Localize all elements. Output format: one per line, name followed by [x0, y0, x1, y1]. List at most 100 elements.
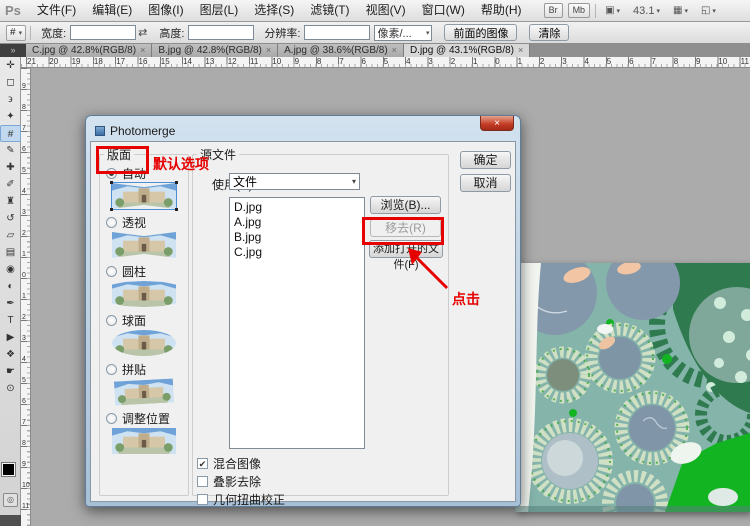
cancel-button[interactable]: 取消 [460, 174, 511, 192]
radio-collage[interactable] [106, 364, 117, 375]
menu-filter[interactable]: 滤镜(T) [302, 0, 357, 21]
layout-option-reposition[interactable]: 调整位置 [106, 411, 188, 426]
path-selection-tool[interactable]: ▶ [0, 329, 21, 346]
layout-option-collage[interactable]: 拼贴 [106, 362, 188, 377]
history-brush-tool[interactable]: ↺ [0, 210, 21, 227]
clone-stamp-tool[interactable]: ♜ [0, 193, 21, 210]
quick-selection-tool[interactable]: ✦ [0, 108, 21, 125]
layout-option-label: 透视 [122, 214, 146, 231]
dialog-titlebar[interactable]: Photomerge [90, 120, 516, 141]
close-icon[interactable]: × [266, 46, 271, 55]
crop-tool[interactable]: # [0, 125, 21, 142]
ruler-number: 10 [718, 57, 727, 66]
checkbox-blend-images[interactable]: ✔ [197, 458, 208, 469]
document-tab-c[interactable]: C.jpg @ 42.8%(RGB/8)× [26, 44, 152, 57]
layout-option-spherical[interactable]: 球面 [106, 313, 188, 328]
annotation-arrow [398, 243, 458, 295]
arrange-documents-icon: ▦ [673, 5, 682, 16]
move-tool[interactable]: ✛ [0, 57, 21, 74]
selection-handle [175, 181, 178, 184]
file-item[interactable]: D.jpg [230, 200, 364, 215]
height-input[interactable] [188, 25, 254, 40]
close-icon[interactable]: × [518, 46, 523, 55]
healing-brush-tool[interactable]: ✚ [0, 159, 21, 176]
dodge-tool[interactable]: ◐ [0, 278, 21, 295]
custom-shape-tool[interactable]: ❖ [0, 346, 21, 363]
resolution-unit-value: 像素/... [377, 25, 411, 41]
view-extras-button[interactable]: ▣ ▾ [601, 3, 624, 18]
radio-reposition[interactable] [106, 413, 117, 424]
checkbox-vignette-removal[interactable] [197, 476, 208, 487]
marquee-tool[interactable]: ◻ [0, 74, 21, 91]
ruler-number: 10 [22, 68, 30, 69]
front-image-button[interactable]: 前面的图像 [444, 24, 517, 41]
hand-tool[interactable]: ☛ [0, 363, 21, 380]
document-tab-b[interactable]: B.jpg @ 42.8%(RGB/8)× [152, 44, 278, 57]
dialog-title: Photomerge [110, 124, 175, 138]
file-item[interactable]: A.jpg [230, 215, 364, 230]
launch-bridge-button[interactable]: Br [544, 3, 563, 18]
checkbox-row-geometric-distortion-correction[interactable]: 几何扭曲校正 [197, 491, 285, 508]
layout-option-cylindrical[interactable]: 圆柱 [106, 264, 188, 279]
use-select[interactable]: 文件 ▾ [229, 173, 360, 190]
ruler-number: 3 [22, 209, 30, 216]
file-item[interactable]: B.jpg [230, 230, 364, 245]
close-icon[interactable]: × [480, 116, 514, 131]
source-file-list[interactable]: D.jpgA.jpgB.jpgC.jpg [229, 197, 365, 449]
eyedropper-tool[interactable]: ✎ [0, 142, 21, 159]
checkbox-row-vignette-removal[interactable]: 叠影去除 [197, 473, 261, 490]
blur-tool[interactable]: ◉ [0, 261, 21, 278]
ruler-number: 7 [22, 419, 30, 426]
menu-edit[interactable]: 编辑(E) [84, 0, 140, 21]
checkbox-geometric-distortion-correction[interactable] [197, 494, 208, 505]
zoom-level-control[interactable]: 43.1 ▾ [629, 3, 664, 19]
launch-mini-bridge-button[interactable]: Mb [568, 3, 591, 18]
document-image [515, 263, 750, 512]
ruler-number: 12 [228, 57, 237, 66]
radio-perspective[interactable] [106, 217, 117, 228]
divider [595, 4, 596, 18]
resolution-input[interactable] [304, 25, 370, 40]
swap-dimensions-icon[interactable]: ⇄ [138, 26, 147, 39]
menu-help[interactable]: 帮助(H) [473, 0, 530, 21]
close-icon[interactable]: × [140, 46, 145, 55]
width-input[interactable] [70, 25, 136, 40]
ok-button[interactable]: 确定 [460, 151, 511, 169]
eraser-tool[interactable]: ▱ [0, 227, 21, 244]
foreground-color-swatch[interactable] [2, 463, 15, 476]
menu-select[interactable]: 选择(S) [246, 0, 302, 21]
radio-cylindrical[interactable] [106, 266, 117, 277]
layout-option-perspective[interactable]: 透视 [106, 215, 188, 230]
photomerge-dialog: Photomerge × 版面 自动透视圆柱球面拼贴调整位置 源文件 使用(U)… [85, 115, 521, 507]
resolution-unit-select[interactable]: 像素/... ▾ [374, 25, 432, 41]
crop-tool-preset-button[interactable]: # ▾ [6, 25, 26, 41]
menu-image[interactable]: 图像(I) [140, 0, 191, 21]
panorama-thumbnail [114, 379, 174, 406]
radio-spherical[interactable] [106, 315, 117, 326]
arrange-documents-button[interactable]: ▦ ▾ [669, 3, 692, 18]
pen-tool[interactable]: ✒ [0, 295, 21, 312]
file-item[interactable]: C.jpg [230, 245, 364, 260]
lasso-tool[interactable]: ϶ [0, 91, 21, 108]
browse-button[interactable]: 浏览(B)... [370, 196, 441, 214]
screen-mode-button[interactable]: ◱ ▾ [697, 3, 720, 18]
type-tool[interactable]: T [0, 312, 21, 329]
ruler-number: 15 [161, 57, 170, 66]
gradient-tool[interactable]: ▤ [0, 244, 21, 261]
quick-mask-button[interactable]: ◎ [3, 493, 18, 507]
clear-button[interactable]: 清除 [529, 24, 569, 41]
menu-view[interactable]: 视图(V) [358, 0, 414, 21]
zoom-tool[interactable]: ⊙ [0, 380, 21, 397]
menu-file[interactable]: 文件(F) [29, 0, 84, 21]
menu-window[interactable]: 窗口(W) [414, 0, 473, 21]
panel-collapse-icon[interactable]: » [0, 44, 26, 57]
checkbox-row-blend-images[interactable]: ✔混合图像 [197, 455, 261, 472]
brush-tool[interactable]: ✐ [0, 176, 21, 193]
vertical-ruler: 1098765432101234567891011 [21, 68, 31, 526]
document-tab-a[interactable]: A.jpg @ 38.6%(RGB/8)× [278, 44, 404, 57]
menu-layer[interactable]: 图层(L) [192, 0, 247, 21]
crop-tool-icon: # [10, 27, 16, 38]
close-icon[interactable]: × [392, 46, 397, 55]
ruler-number: 6 [22, 398, 30, 405]
document-tab-d[interactable]: D.jpg @ 43.1%(RGB/8)× [404, 44, 530, 57]
